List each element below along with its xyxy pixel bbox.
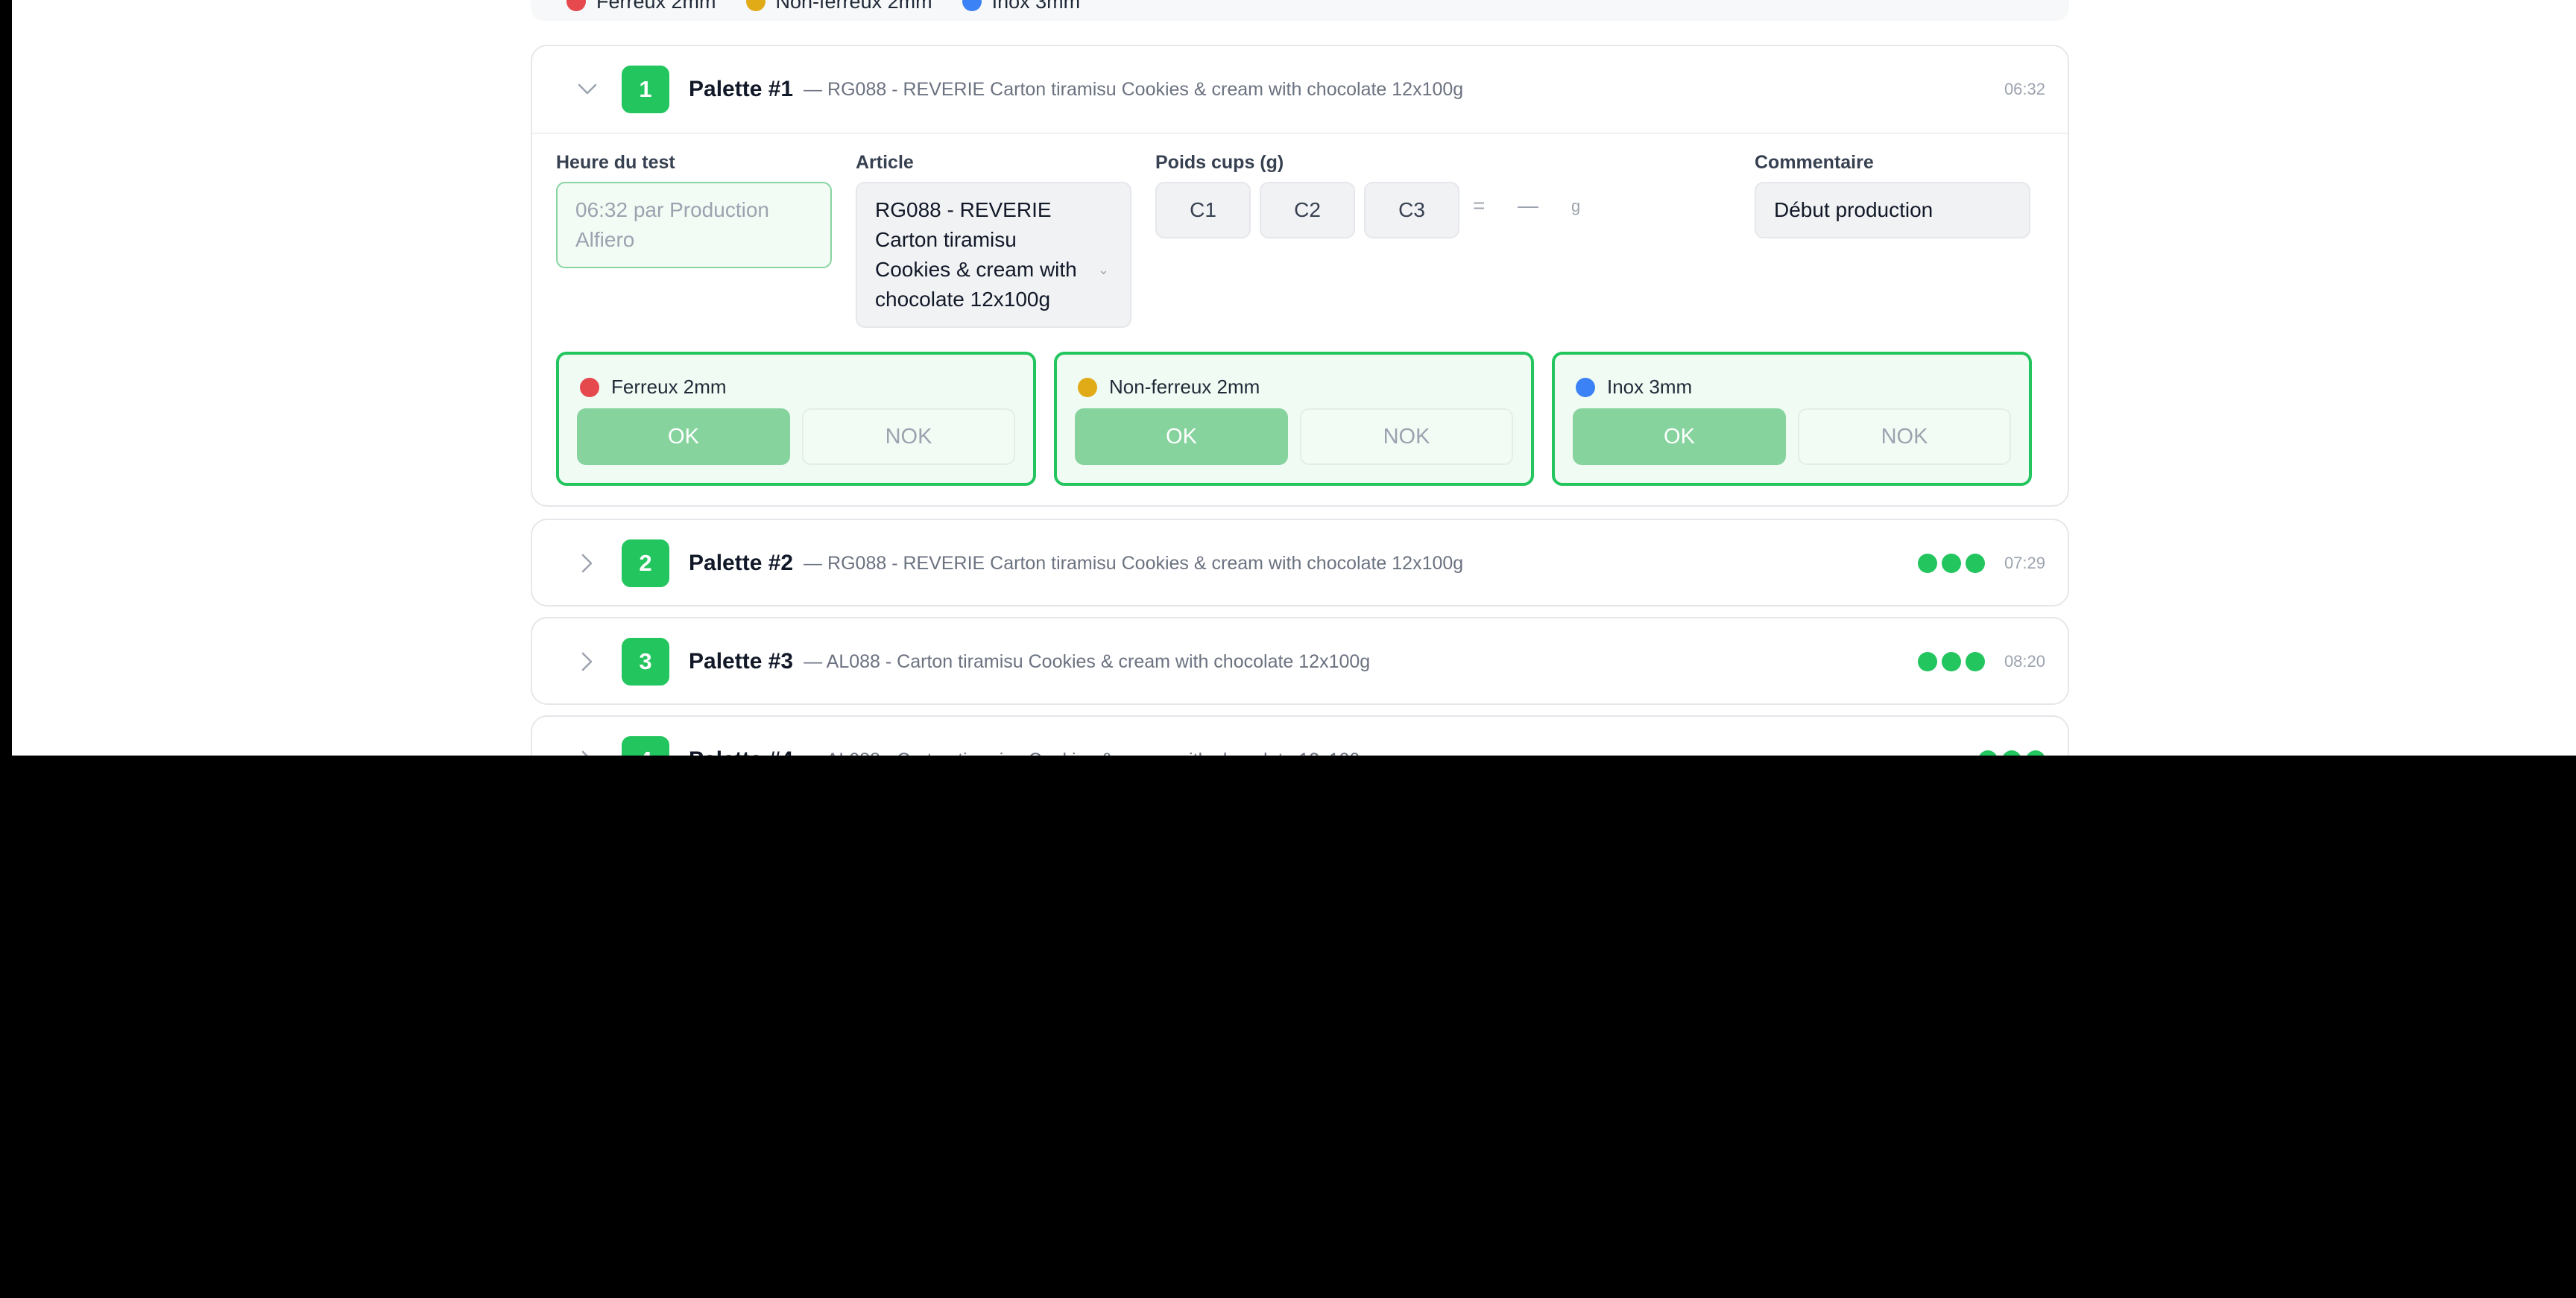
palette-meta: 06:32 <box>1989 46 2045 133</box>
nok-button[interactable]: NOK <box>1798 408 2011 465</box>
palette-card-2[interactable]: 2 Palette #2 — RG088 - REVERIE Carton ti… <box>531 519 2069 607</box>
comment-input[interactable]: Début production <box>1755 182 2030 238</box>
detector-non-ferreux: Non-ferreux 2mm OK NOK <box>1054 352 1534 486</box>
palette-time: 06:32 <box>2004 80 2045 98</box>
red-dot-icon <box>580 377 599 397</box>
ok-button[interactable]: OK <box>1573 408 1786 465</box>
chevron-right-icon[interactable] <box>571 645 604 678</box>
equals-sign: = <box>1473 194 1486 217</box>
status-ok-dot-icon <box>1941 652 1961 671</box>
article-select-value: RG088 - REVERIE Carton tiramisu Cookies … <box>875 198 1077 311</box>
legend-item-non-ferreux: Non-ferreux 2mm <box>745 0 932 13</box>
test-time-label: Heure du test <box>556 152 675 173</box>
palette-meta <box>1978 717 2045 756</box>
palette-title: Palette #2 <box>689 551 794 575</box>
palette-header-1[interactable]: 1 Palette #1 — RG088 - REVERIE Carton ti… <box>532 46 2068 133</box>
cup-c3-input[interactable]: C3 <box>1364 182 1459 238</box>
palette-number-badge: 2 <box>622 539 669 587</box>
palette-meta: 08:20 <box>1917 618 2045 705</box>
palette-form: Heure du test 06:32 par Production Alfie… <box>532 134 2068 514</box>
detector-label: Non-ferreux 2mm <box>1109 376 1260 398</box>
detector-header: Non-ferreux 2mm <box>1078 376 1260 399</box>
detector-header: Ferreux 2mm <box>580 376 727 399</box>
cup-c1-input[interactable]: C1 <box>1155 182 1251 238</box>
palette-time: 07:29 <box>2004 554 2045 572</box>
status-ok-dot-icon <box>2002 750 2021 756</box>
comment-label: Commentaire <box>1755 152 1874 173</box>
detector-label: Inox 3mm <box>1607 376 1693 398</box>
palette-article: — AL088 - Carton tiramisu Cookies & crea… <box>804 650 1371 672</box>
chevron-right-icon[interactable] <box>571 744 604 756</box>
palette-meta: 07:29 <box>1917 520 2045 607</box>
cups-unit: g <box>1571 197 1581 215</box>
nok-button[interactable]: NOK <box>802 408 1015 465</box>
legend-label: Inox 3mm <box>991 0 1081 13</box>
palette-card-3[interactable]: 3 Palette #3 — AL088 - Carton tiramisu C… <box>531 617 2069 705</box>
blue-dot-icon <box>1576 377 1595 397</box>
status-ok-dot-icon <box>1941 554 1961 573</box>
detector-legend: Ferreux 2mm Non-ferreux 2mm Inox 3mm <box>531 0 2069 21</box>
status-ok-dot-icon <box>1965 652 1985 671</box>
blue-dot-icon <box>962 0 982 11</box>
palette-title: Palette #3 <box>689 649 794 674</box>
article-select[interactable]: RG088 - REVERIE Carton tiramisu Cookies … <box>856 182 1131 328</box>
cup-c2-input[interactable]: C2 <box>1260 182 1355 238</box>
cups-total: — <box>1518 194 1538 217</box>
legend-label: Non-ferreux 2mm <box>775 0 932 13</box>
status-ok-dot-icon <box>1965 554 1985 573</box>
viewport: Ferreux 2mm Non-ferreux 2mm Inox 3mm 1 P… <box>0 0 2576 756</box>
palette-time: 08:20 <box>2004 652 2045 671</box>
palette-number-badge: 1 <box>622 66 669 113</box>
palette-article: — RG088 - REVERIE Carton tiramisu Cookie… <box>804 78 1464 100</box>
detector-header: Inox 3mm <box>1576 376 1692 399</box>
legend-label: Ferreux 2mm <box>596 0 716 13</box>
palette-card-1: 1 Palette #1 — RG088 - REVERIE Carton ti… <box>531 45 2069 507</box>
ok-button[interactable]: OK <box>577 408 790 465</box>
palette-header-2[interactable]: 2 Palette #2 — RG088 - REVERIE Carton ti… <box>532 520 2068 607</box>
palette-title: Palette #1 <box>689 77 794 101</box>
status-ok-dot-icon <box>1917 554 1937 573</box>
nok-button[interactable]: NOK <box>1300 408 1513 465</box>
red-dot-icon <box>566 0 586 11</box>
detector-ferreux: Ferreux 2mm OK NOK <box>556 352 1036 486</box>
palette-header-4[interactable]: 4 Palette #4 — AL088 - Carton tiramisu C… <box>532 717 2068 756</box>
palette-card-4[interactable]: 4 Palette #4 — AL088 - Carton tiramisu C… <box>531 715 2069 756</box>
yellow-dot-icon <box>745 0 765 11</box>
palette-title: Palette #4 <box>689 747 793 756</box>
legend-item-inox: Inox 3mm <box>962 0 1081 13</box>
status-ok-dot-icon <box>1978 750 1998 756</box>
legend-item-ferreux: Ferreux 2mm <box>566 0 716 13</box>
yellow-dot-icon <box>1078 377 1097 397</box>
palette-article: — RG088 - REVERIE Carton tiramisu Cookie… <box>804 552 1464 574</box>
palette-number-badge: 4 <box>622 736 669 756</box>
palette-header-3[interactable]: 3 Palette #3 — AL088 - Carton tiramisu C… <box>532 618 2068 705</box>
status-ok-dot-icon <box>1917 652 1937 671</box>
select-caret-icon: ⌄ <box>1097 262 1109 277</box>
status-ok-dot-icon <box>2026 750 2045 756</box>
palette-article: — AL088 - Carton tiramisu Cookies & crea… <box>804 750 1370 756</box>
detector-inox: Inox 3mm OK NOK <box>1552 352 2032 486</box>
detector-label: Ferreux 2mm <box>611 376 727 398</box>
article-label: Article <box>856 152 914 173</box>
test-time-field[interactable]: 06:32 par Production Alfiero <box>556 182 832 268</box>
cups-weight-label: Poids cups (g) <box>1155 152 1284 173</box>
chevron-down-icon[interactable] <box>571 73 604 106</box>
chevron-right-icon[interactable] <box>571 547 604 580</box>
ok-button[interactable]: OK <box>1075 408 1288 465</box>
palette-number-badge: 3 <box>622 638 669 686</box>
page: Ferreux 2mm Non-ferreux 2mm Inox 3mm 1 P… <box>12 0 2576 756</box>
